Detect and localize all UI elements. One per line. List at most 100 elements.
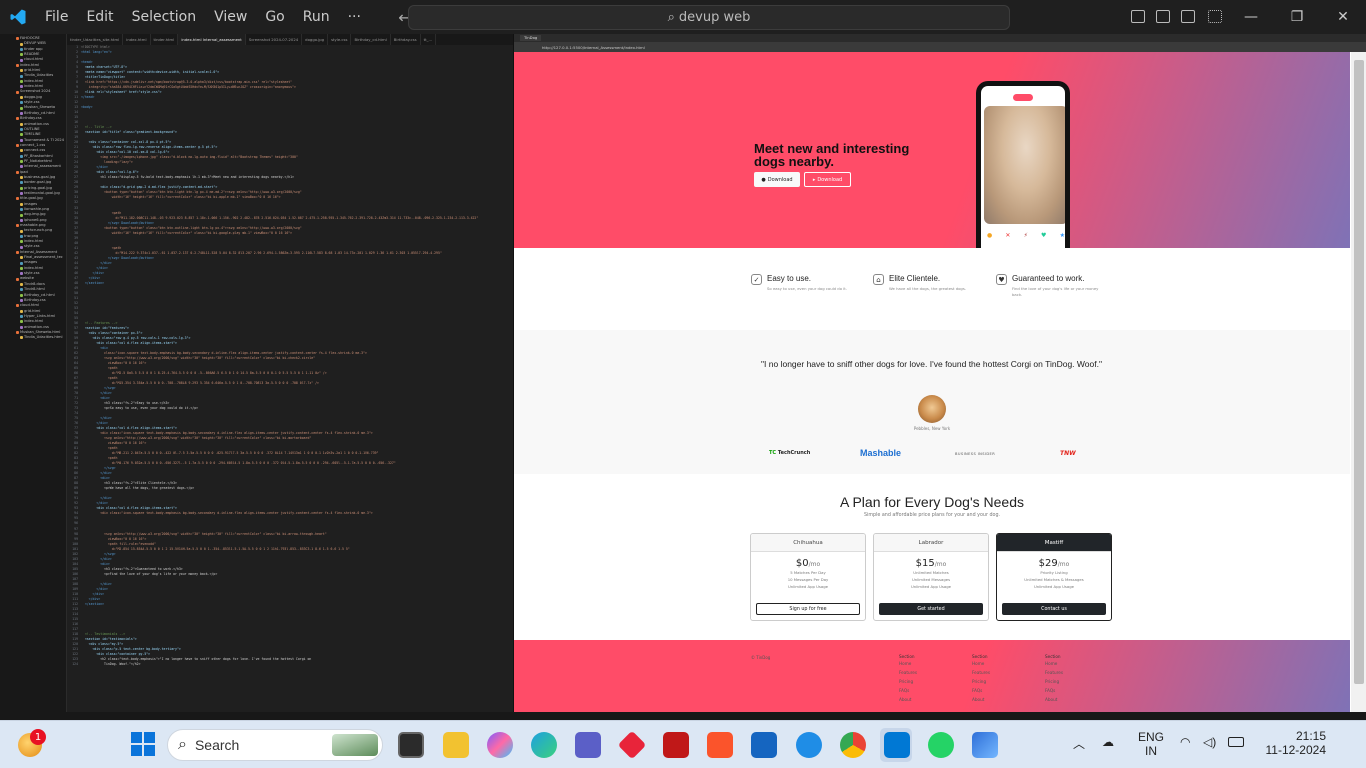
file-icon: [16, 224, 19, 228]
file-icon: [20, 111, 23, 115]
footer-link[interactable]: About: [1045, 695, 1063, 704]
menu-go[interactable]: Go: [256, 9, 293, 25]
editor-tab[interactable]: Screenshot 2024-07-2024: [246, 34, 303, 45]
help-icon[interactable]: [796, 732, 822, 758]
footer-link[interactable]: About: [899, 695, 917, 704]
footer-link[interactable]: About: [972, 695, 990, 704]
browser-tab[interactable]: TinDog: [520, 35, 542, 41]
menu-edit[interactable]: Edit: [77, 9, 122, 25]
battery-icon[interactable]: [1228, 737, 1244, 747]
superlike-icon: ⚡: [1023, 232, 1028, 239]
file-icon: [20, 122, 23, 126]
footer-link[interactable]: FAQs: [899, 686, 917, 695]
plan-feature: 5 Matches Per Day: [790, 570, 826, 575]
volume-icon[interactable]: ◁): [1203, 735, 1216, 749]
menu-selection[interactable]: Selection: [123, 9, 206, 25]
google-play-download-button[interactable]: ▸ Download: [804, 172, 851, 187]
close-button[interactable]: ✕: [1320, 0, 1366, 34]
editor-tab[interactable]: Birthday_cd.html: [351, 34, 391, 45]
plan-name: Mastiff: [997, 534, 1111, 552]
vscode-taskbar-icon[interactable]: [884, 732, 910, 758]
file-icon: [20, 154, 23, 158]
mcafee-icon[interactable]: [663, 732, 689, 758]
language-indicator[interactable]: ENG IN: [1138, 730, 1164, 758]
plan-feature: Unlimited App Usage: [911, 584, 951, 589]
page-scrollbar[interactable]: [1351, 52, 1366, 712]
footer-link[interactable]: Pricing: [972, 677, 990, 686]
footer-link[interactable]: Home: [1045, 659, 1063, 668]
editor-tab[interactable]: style.css: [328, 34, 352, 45]
task-view-icon[interactable]: [398, 732, 424, 758]
file-icon: [20, 309, 23, 313]
plan-price: $0/mo: [795, 558, 821, 569]
toggle-secondary-sidebar-icon[interactable]: [1181, 10, 1195, 23]
editor-tab[interactable]: index.html: [123, 34, 151, 45]
file-icon: [20, 282, 23, 286]
minimize-button[interactable]: —: [1228, 0, 1274, 34]
photos-icon[interactable]: [972, 732, 998, 758]
footer-link[interactable]: Features: [972, 668, 990, 677]
brave-browser-icon[interactable]: [707, 732, 733, 758]
whatsapp-icon[interactable]: [928, 732, 954, 758]
editor-tab[interactable]: doggo.jpg: [302, 34, 329, 45]
taskbar-search[interactable]: ⌕ Search: [167, 729, 383, 761]
start-button[interactable]: [131, 732, 155, 756]
file-icon: [16, 37, 19, 41]
plan-price: $29/mo: [1038, 558, 1070, 569]
menu-run[interactable]: Run: [294, 9, 339, 25]
clock[interactable]: 21:15 11-12-2024: [1262, 729, 1327, 757]
customize-layout-icon[interactable]: [1208, 10, 1222, 23]
editor-tab[interactable]: tt_...: [421, 34, 437, 45]
footer-link[interactable]: Home: [972, 659, 990, 668]
toggle-sidebar-icon[interactable]: [1131, 10, 1145, 23]
wifi-icon[interactable]: ◠: [1180, 735, 1190, 749]
footer-link[interactable]: Home: [899, 659, 917, 668]
feature-title: Elite Clientele.: [889, 274, 941, 283]
file-icon: [20, 106, 23, 110]
toggle-panel-icon[interactable]: [1156, 10, 1170, 23]
vscode-logo-icon[interactable]: [0, 0, 36, 34]
menu-view[interactable]: View: [205, 9, 256, 25]
show-hidden-icons-icon[interactable]: ︿: [1073, 735, 1085, 752]
editor-tab[interactable]: tinder.html: [151, 34, 179, 45]
diamond-app-icon[interactable]: [617, 730, 647, 760]
file-explorer-icon[interactable]: [443, 732, 469, 758]
footer-link[interactable]: Features: [1045, 668, 1063, 677]
sign-up-free-button[interactable]: Sign up for free: [756, 603, 860, 615]
menu-more[interactable]: ···: [339, 9, 370, 25]
plan-feature: Unlimited App Usage: [1034, 584, 1074, 589]
get-started-button[interactable]: Get started: [879, 603, 983, 615]
cloud-icon[interactable]: ☁: [1102, 735, 1114, 749]
teams-icon[interactable]: [575, 732, 601, 758]
editor-tab[interactable]: tinder_Udacities_site.html: [67, 34, 124, 45]
microsoft-store-icon[interactable]: [751, 732, 777, 758]
address-bar[interactable]: http://127.0.0.1:5500/Internal_Assessmen…: [514, 42, 1366, 52]
footer-link[interactable]: Pricing: [899, 677, 917, 686]
footer-link[interactable]: FAQs: [972, 686, 990, 695]
chrome-browser-icon[interactable]: [840, 732, 866, 758]
scrollbar-thumb[interactable]: [1354, 60, 1364, 684]
browser-preview: TinDog http://127.0.0.1:5500/Internal_As…: [513, 34, 1366, 712]
footer-link[interactable]: Pricing: [1045, 677, 1063, 686]
code-content[interactable]: 1 <!DOCTYPE html> 2 <html lang="en"> 3 4 <head…: [67, 45, 513, 712]
plan-card-mastiff: Mastiff $29/mo Priority Listing Unlimite…: [996, 533, 1112, 621]
contact-us-button[interactable]: Contact us: [1002, 603, 1106, 615]
command-center-search[interactable]: ⌕ devup web: [408, 5, 1010, 30]
arrow-through-heart-icon: ♥: [996, 274, 1007, 285]
menu-file[interactable]: File: [36, 9, 77, 25]
file-icon: [16, 117, 19, 121]
editor-tab[interactable]: Birthday.css: [391, 34, 421, 45]
editor-tab[interactable]: index.html Internal_assessment: [178, 34, 246, 45]
edge-browser-icon[interactable]: [531, 732, 557, 758]
file-icon: [20, 325, 23, 329]
restore-button[interactable]: ❐: [1274, 0, 1320, 34]
apple-download-button[interactable]: ● Download: [754, 172, 800, 187]
copilot-icon[interactable]: [487, 732, 513, 758]
file-icon: [16, 63, 19, 67]
code-editor[interactable]: tinder_Udacities_site.html index.html tind…: [67, 34, 513, 712]
code-text: d="M2.5 8a5.5 5.5 0 0 1 8.25-4.764.5.5 0…: [81, 371, 327, 376]
feature-desc: Find the love of your dog's life or your…: [1012, 286, 1099, 297]
footer-link[interactable]: FAQs: [1045, 686, 1063, 695]
footer-link[interactable]: Features: [899, 668, 917, 677]
explorer-item[interactable]: Tindia_Udacities.html: [14, 335, 66, 340]
